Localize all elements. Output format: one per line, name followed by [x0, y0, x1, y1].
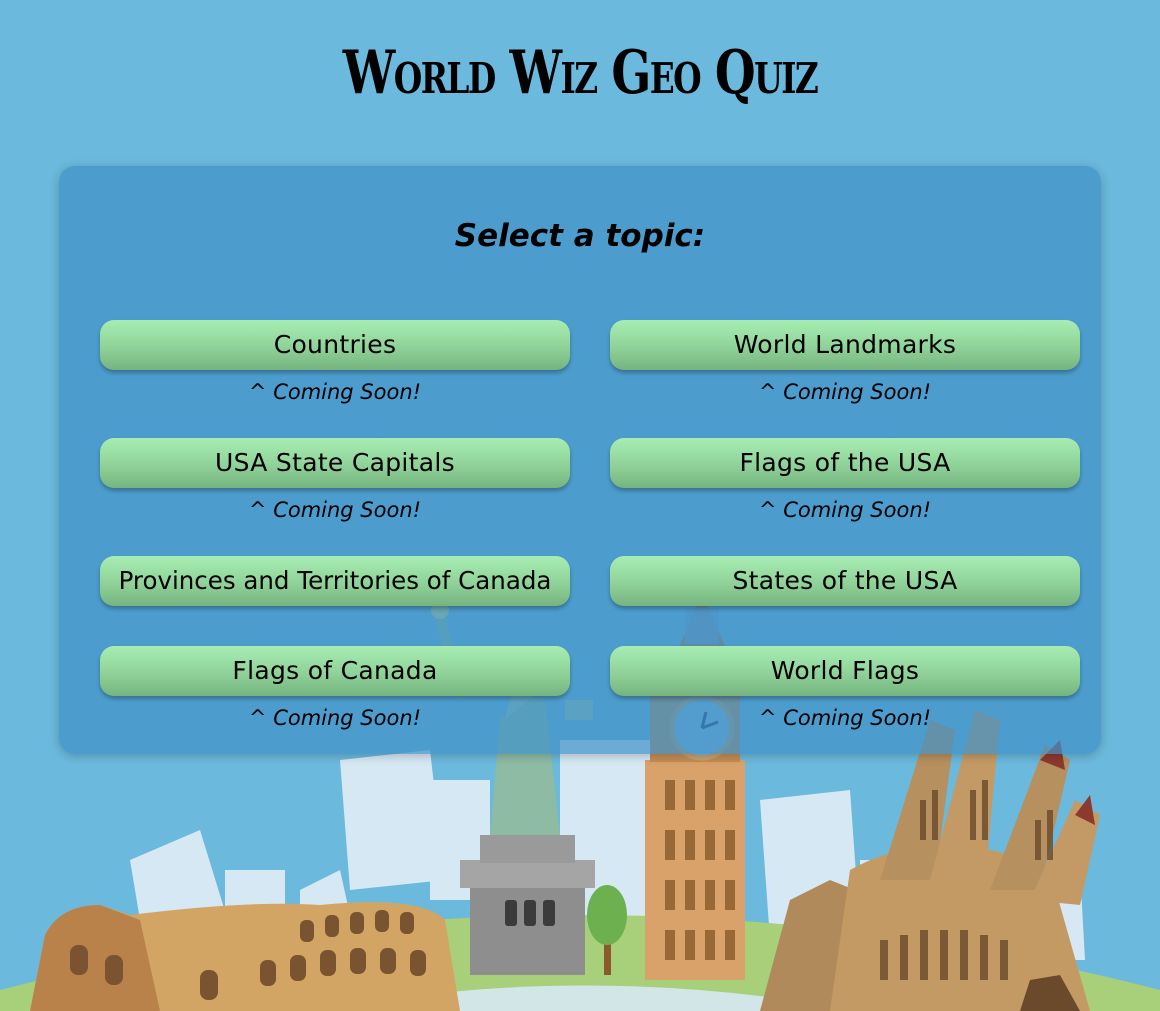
coming-soon-note: ^ Coming Soon!: [248, 498, 422, 522]
coming-soon-note: ^ Coming Soon!: [758, 706, 932, 730]
coming-soon-note: ^ Coming Soon!: [758, 380, 932, 404]
topic-button-provinces-and-territories-of-canada[interactable]: Provinces and Territories of Canada: [100, 556, 570, 606]
select-topic-heading: Select a topic:: [454, 218, 706, 254]
topic-button-flags-of-canada[interactable]: Flags of Canada: [100, 646, 570, 696]
topic-button-world-flags[interactable]: World Flags: [610, 646, 1080, 696]
topic-button-countries[interactable]: Countries: [100, 320, 570, 370]
colosseum-illustration: [30, 902, 460, 1011]
coming-soon-note: ^ Coming Soon!: [248, 380, 422, 404]
topic-button-flags-of-the-usa[interactable]: Flags of the USA: [610, 438, 1080, 488]
topic-button-usa-state-capitals[interactable]: USA State Capitals: [100, 438, 570, 488]
topic-button-world-landmarks[interactable]: World Landmarks: [610, 320, 1080, 370]
topic-button-states-of-the-usa[interactable]: States of the USA: [610, 556, 1080, 606]
coming-soon-note: ^ Coming Soon!: [758, 498, 932, 522]
coming-soon-note: ^ Coming Soon!: [248, 706, 422, 730]
topic-selection-panel: Select a topic: Countries ^ Coming Soon!…: [59, 166, 1101, 754]
page-title: World Wiz Geo Quiz: [342, 38, 819, 108]
